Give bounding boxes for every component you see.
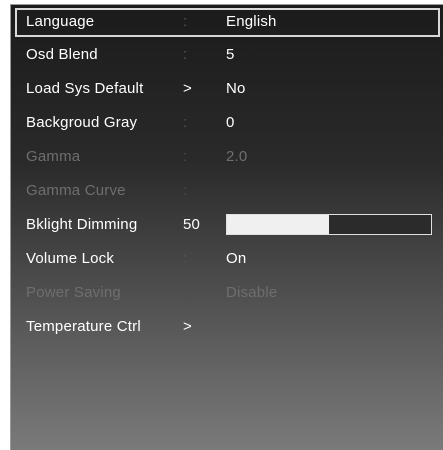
menu-value-background-gray: 0 bbox=[226, 114, 235, 131]
menu-label-background-gray: Backgroud Gray bbox=[26, 114, 138, 131]
menu-label-volume-lock: Volume Lock bbox=[26, 250, 115, 267]
menu-value-language: English bbox=[226, 13, 277, 30]
menu-label-load-sys-default: Load Sys Default bbox=[26, 80, 144, 97]
menu-label-gamma-curve: Gamma Curve bbox=[26, 182, 126, 199]
bklight-dimming-slider-fill bbox=[227, 215, 329, 234]
menu-separator: : bbox=[183, 284, 188, 301]
menu-row-load-sys-default[interactable]: Load Sys Default > No bbox=[15, 75, 440, 104]
menu-row-gamma: Gamma : 2.0 bbox=[15, 143, 440, 172]
menu-row-gamma-curve: Gamma Curve : bbox=[15, 177, 440, 206]
submenu-arrow: > bbox=[183, 80, 192, 97]
menu-separator: : bbox=[183, 250, 188, 267]
osd-menu-panel: Language : English Osd Blend : 5 Load Sy… bbox=[10, 4, 443, 450]
menu-row-temperature-ctrl[interactable]: Temperature Ctrl > bbox=[15, 313, 440, 342]
menu-label-osd-blend: Osd Blend bbox=[26, 46, 98, 63]
submenu-arrow: > bbox=[183, 318, 192, 335]
menu-separator: : bbox=[183, 182, 188, 199]
menu-row-language[interactable]: Language : English bbox=[15, 8, 440, 37]
menu-separator: : bbox=[183, 114, 188, 131]
menu-row-osd-blend[interactable]: Osd Blend : 5 bbox=[15, 41, 440, 70]
menu-value-gamma: 2.0 bbox=[226, 148, 248, 165]
menu-label-bklight-dimming: Bklight Dimming bbox=[26, 216, 138, 233]
menu-separator: : bbox=[183, 46, 188, 63]
menu-value-osd-blend: 5 bbox=[226, 46, 235, 63]
menu-separator: : bbox=[183, 148, 188, 165]
menu-value-power-saving: Disable bbox=[226, 284, 278, 301]
bklight-dimming-slider[interactable] bbox=[226, 214, 432, 235]
menu-row-background-gray[interactable]: Backgroud Gray : 0 bbox=[15, 109, 440, 138]
menu-label-temperature-ctrl: Temperature Ctrl bbox=[26, 318, 141, 335]
menu-label-gamma: Gamma bbox=[26, 148, 81, 165]
menu-separator: : bbox=[183, 13, 188, 30]
bklight-dimming-value: 50 bbox=[183, 216, 201, 233]
menu-row-bklight-dimming[interactable]: Bklight Dimming 50 bbox=[15, 211, 440, 240]
menu-label-power-saving: Power Saving bbox=[26, 284, 121, 301]
menu-row-power-saving: Power Saving : Disable bbox=[15, 279, 440, 308]
menu-row-volume-lock[interactable]: Volume Lock : On bbox=[15, 245, 440, 274]
menu-value-volume-lock: On bbox=[226, 250, 247, 267]
menu-label-language: Language bbox=[26, 13, 95, 30]
menu-value-load-sys-default: No bbox=[226, 80, 246, 97]
